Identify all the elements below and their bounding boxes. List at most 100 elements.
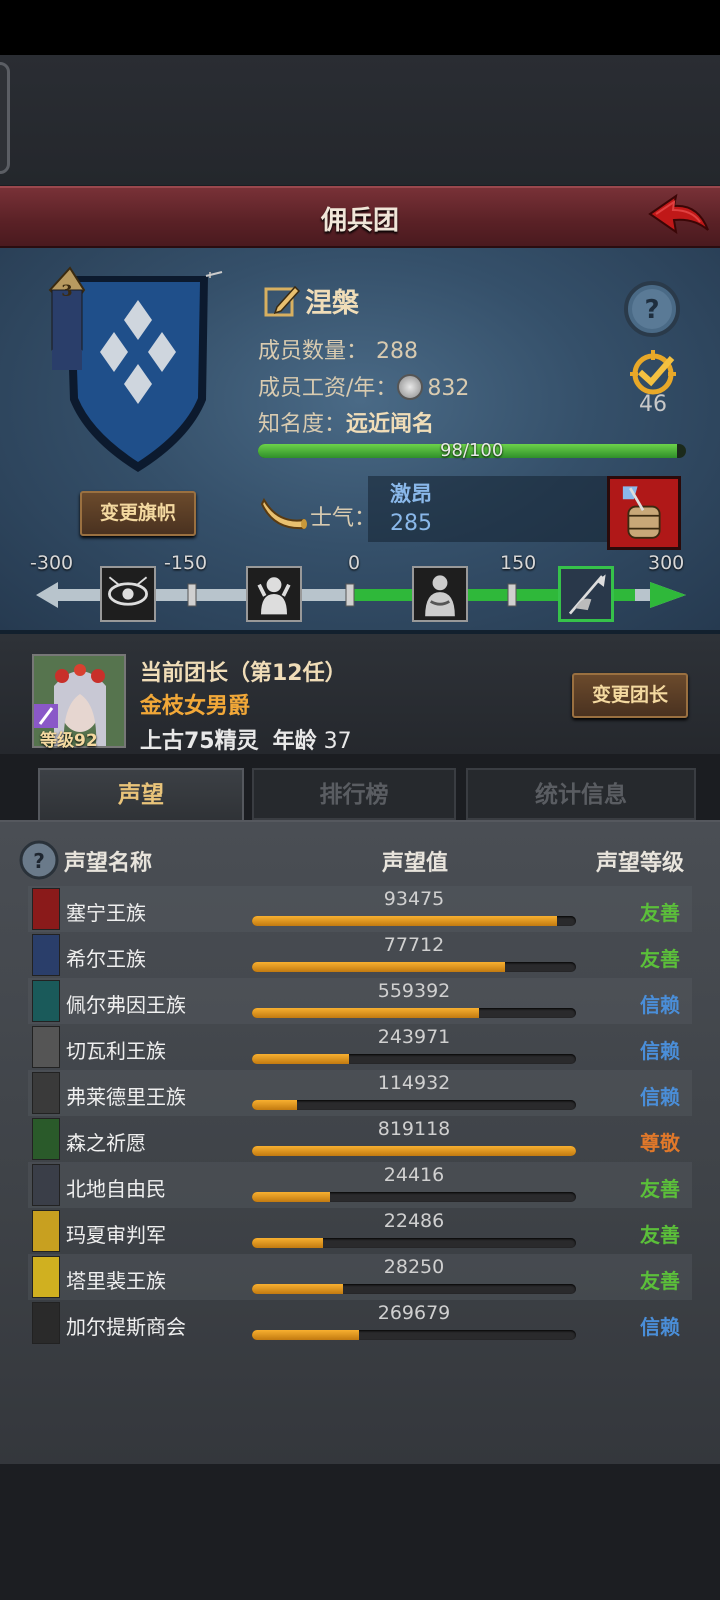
reputation-row[interactable]: 塔里裴王族 28250 友善 — [28, 1254, 692, 1300]
reputation-bar-fill — [252, 1330, 359, 1340]
side-drawer-handle[interactable] — [0, 62, 10, 174]
reputation-value: 28250 — [383, 1256, 445, 1278]
reputation-help-icon[interactable]: ? — [18, 839, 60, 881]
change-banner-button[interactable]: 变更旗帜 — [80, 491, 196, 536]
faction-name: 弗莱德里王族 — [66, 1085, 186, 1109]
faction-emblem-icon — [32, 980, 60, 1022]
change-leader-button[interactable]: 变更团长 — [572, 673, 688, 718]
edit-name-icon[interactable] — [263, 281, 301, 319]
reputation-level: 信赖 — [640, 993, 680, 1017]
despair-icon[interactable] — [246, 566, 302, 622]
fame-progress-text: 98/100 — [440, 440, 504, 461]
faction-name: 佩尔弗因王族 — [66, 993, 186, 1017]
banner-rank: 3 — [61, 281, 72, 300]
lavender-badge-icon — [34, 704, 58, 728]
faction-name: 森之祈愿 — [66, 1131, 146, 1155]
reputation-bar-fill — [252, 1100, 298, 1110]
reputation-row[interactable]: 森之祈愿 819118 尊敬 — [28, 1116, 692, 1162]
barrel-axe-icon[interactable] — [607, 476, 681, 550]
reputation-bar-fill — [252, 1054, 350, 1064]
col-header-name: 声望名称 — [64, 851, 153, 876]
leader-race: 上古75精灵 — [140, 729, 259, 754]
leader-details: 上古75精灵 年龄 37 — [140, 723, 352, 755]
tab-statistics[interactable]: 统计信息 — [466, 768, 696, 820]
reputation-bar-fill — [252, 916, 557, 926]
reputation-row[interactable]: 北地自由民 24416 友善 — [28, 1162, 692, 1208]
reputation-bar — [252, 1192, 576, 1202]
back-arrow-icon[interactable] — [646, 192, 710, 244]
reputation-value: 243971 — [377, 1026, 451, 1048]
target-check-icon[interactable] — [624, 350, 682, 398]
scale-tick-label: 0 — [348, 552, 361, 574]
rally-flag-icon[interactable] — [558, 566, 614, 622]
col-header-value: 声望值 — [382, 851, 449, 876]
faction-emblem-icon — [32, 1026, 60, 1068]
horn-icon — [260, 497, 307, 530]
target-count: 46 — [639, 392, 667, 417]
morale-label: 士气： — [310, 506, 377, 531]
faction-name: 北地自由民 — [66, 1177, 166, 1201]
scale-tick-label: -300 — [30, 552, 74, 574]
reputation-level: 信赖 — [640, 1085, 680, 1109]
faction-name: 加尔提斯商会 — [66, 1315, 186, 1339]
reputation-row[interactable]: 塞宁王族 93475 友善 — [28, 886, 692, 932]
scale-tick-label: 300 — [648, 552, 685, 574]
calm-icon[interactable] — [412, 566, 468, 622]
faction-name: 塞宁王族 — [66, 901, 146, 925]
faction-emblem-icon — [32, 1302, 60, 1344]
fame-row: 知名度：远近闻名 — [258, 406, 434, 438]
faction-name: 玛夏审判军 — [66, 1223, 166, 1247]
faction-name: 塔里裴王族 — [66, 1269, 166, 1293]
reputation-value: 269679 — [377, 1302, 451, 1324]
leader-title: 当前团长（第12任） — [140, 661, 347, 686]
guild-name: 涅槃 — [305, 288, 359, 319]
reputation-bar — [252, 1330, 576, 1340]
scale-tick-label: -150 — [164, 552, 208, 574]
faction-emblem-icon — [32, 888, 60, 930]
help-icon[interactable]: ? — [623, 280, 681, 338]
reputation-bar-fill — [252, 1284, 343, 1294]
faction-emblem-icon — [32, 1210, 60, 1252]
reputation-row[interactable]: 佩尔弗因王族 559392 信赖 — [28, 978, 692, 1024]
reputation-bar-fill — [252, 1008, 479, 1018]
reputation-bar — [252, 962, 576, 972]
tab-reputation[interactable]: 声望 — [38, 768, 244, 822]
member-count-row: 成员数量： 288 — [258, 333, 418, 365]
reputation-bar — [252, 1284, 576, 1294]
morale-value: 285 — [390, 511, 432, 536]
faction-emblem-icon — [32, 1164, 60, 1206]
reputation-row[interactable]: 弗莱德里王族 114932 信赖 — [28, 1070, 692, 1116]
reputation-row[interactable]: 切瓦利王族 243971 信赖 — [28, 1024, 692, 1070]
reputation-value: 559392 — [377, 980, 451, 1002]
faction-emblem-icon — [32, 1118, 60, 1160]
eye-curse-icon[interactable] — [100, 566, 156, 622]
fame-value: 远近闻名 — [346, 412, 435, 437]
fame-label: 知名度： — [258, 412, 347, 437]
reputation-bar-fill — [252, 962, 505, 972]
tab-leaderboard[interactable]: 排行榜 — [252, 768, 456, 820]
salary-label: 成员工资/年： — [258, 376, 398, 401]
reputation-bar — [252, 1008, 576, 1018]
reputation-bar-fill — [252, 1238, 324, 1248]
faction-name: 希尔王族 — [66, 947, 146, 971]
faction-emblem-icon — [32, 934, 60, 976]
reputation-bar-fill — [252, 1192, 330, 1202]
leader-age-label: 年龄 — [272, 729, 317, 754]
guild-banner-icon: 3 — [48, 266, 223, 472]
member-count-label: 成员数量： — [258, 339, 369, 364]
reputation-row[interactable]: 玛夏审判军 22486 友善 — [28, 1208, 692, 1254]
reputation-value: 114932 — [377, 1072, 451, 1094]
reputation-row[interactable]: 希尔王族 77712 友善 — [28, 932, 692, 978]
col-header-level: 声望等级 — [596, 851, 685, 876]
reputation-level: 尊敬 — [640, 1131, 680, 1155]
reputation-row[interactable]: 加尔提斯商会 269679 信赖 — [28, 1300, 692, 1346]
morale-state: 激昂 — [390, 482, 432, 506]
reputation-value: 77712 — [383, 934, 445, 956]
reputation-level: 信赖 — [640, 1315, 680, 1339]
reputation-level: 友善 — [640, 901, 680, 925]
reputation-level: 友善 — [640, 1223, 680, 1247]
reputation-bar — [252, 916, 576, 926]
reputation-bar — [252, 1238, 576, 1248]
title-bar: 佣兵团 — [0, 186, 720, 248]
svg-text:?: ? — [33, 849, 45, 873]
